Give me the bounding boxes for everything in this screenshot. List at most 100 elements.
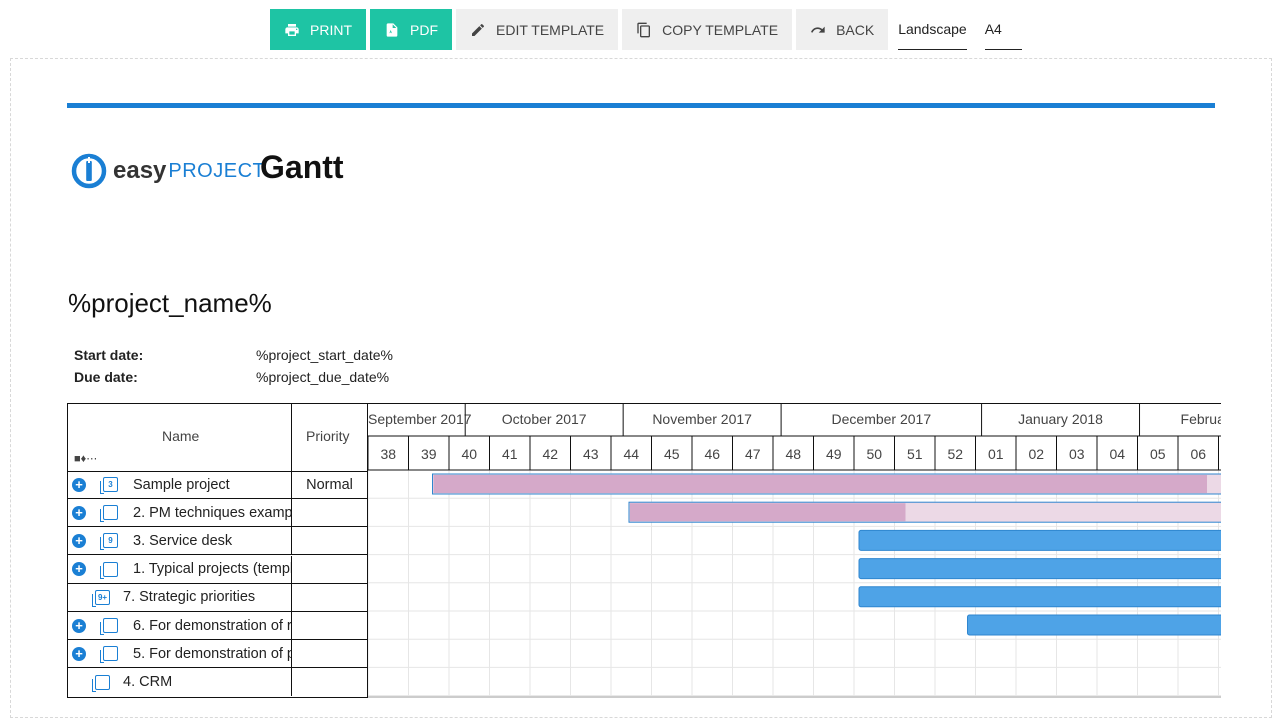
week-label: 40	[461, 446, 477, 462]
template-page: easy PROJECT Gantt %project_name% Start …	[10, 58, 1272, 718]
pdf-file-icon	[386, 22, 398, 37]
week-label: 47	[745, 446, 761, 462]
week-label: 01	[988, 446, 1004, 462]
project-name-text[interactable]: 5. For demonstration of portfolio manage…	[133, 646, 291, 662]
copy-icon	[637, 22, 651, 37]
project-name-text[interactable]: 6. For demonstration of resource managem…	[133, 618, 291, 634]
week-label: 43	[583, 446, 599, 462]
project-icon: 3	[100, 477, 118, 494]
start-date-label: Start date:	[74, 347, 144, 363]
week-label: 38	[380, 446, 396, 462]
due-date-value: %project_due_date%	[256, 369, 390, 385]
week-label: 41	[502, 446, 518, 462]
task-bar	[967, 614, 1221, 636]
header-divider	[67, 103, 1215, 108]
start-date-row: Start date: %project_start_date%	[74, 347, 393, 363]
print-button[interactable]: PRINT	[270, 9, 366, 50]
gantt-table: Name ■♦⋯ Priority +3 Sample project Normal…	[67, 403, 368, 698]
expand-icon[interactable]: +	[72, 618, 86, 633]
back-button[interactable]: BACK	[796, 9, 889, 50]
month-label: January 2018	[1018, 411, 1103, 427]
priority-column-label: Priority	[306, 428, 350, 444]
back-label: BACK	[836, 21, 875, 38]
table-row[interactable]: 9+ 7. Strategic priorities	[68, 583, 367, 612]
month-label: October 2017	[502, 411, 587, 427]
week-label: 02	[1028, 446, 1044, 462]
project-icon	[100, 646, 118, 664]
priority-cell: Normal	[306, 476, 353, 493]
project-icon	[100, 618, 118, 635]
week-label: 06	[1190, 446, 1206, 462]
table-row[interactable]: +5. For demonstration of portfolio manag…	[68, 640, 367, 669]
week-label: 03	[1069, 446, 1085, 462]
month-label: December 2017	[832, 411, 932, 427]
table-row[interactable]: 4. CRM	[68, 668, 367, 697]
project-name-cell: +2. PM techniques examples	[68, 499, 292, 527]
table-row[interactable]: +1. Typical projects (templates)	[68, 555, 367, 584]
pencil-icon	[472, 23, 485, 36]
project-name-cell: +6. For demonstration of resource manage…	[68, 612, 292, 639]
printer-icon	[285, 23, 299, 36]
project-name-text[interactable]: 1. Typical projects (templates)	[133, 561, 291, 577]
redo-arrow-icon	[811, 26, 825, 33]
week-label: 46	[704, 446, 720, 462]
edit-template-label: EDIT TEMPLATE	[496, 21, 605, 38]
name-column-header[interactable]: Name ■♦⋯	[68, 404, 292, 471]
project-name-cell: 9+ 7. Strategic priorities	[68, 583, 292, 611]
expand-icon[interactable]: +	[72, 477, 86, 492]
week-label: 48	[785, 446, 801, 462]
project-icon: 9+	[92, 589, 110, 607]
gantt-timeline: September 2017 October 2017 November 2017 D…	[368, 403, 1221, 698]
month-label: September 2017	[368, 411, 472, 427]
expand-icon[interactable]: +	[72, 562, 86, 577]
project-name-text[interactable]: Sample project	[133, 477, 230, 493]
expand-icon[interactable]: +	[72, 646, 86, 661]
easy-project-logo: easy PROJECT	[71, 153, 265, 189]
priority-column-header[interactable]: Priority	[292, 404, 367, 471]
table-row[interactable]: +2. PM techniques examples	[68, 499, 367, 528]
project-name-text[interactable]: 3. Service desk	[133, 533, 232, 549]
copy-template-button[interactable]: COPY TEMPLATE	[622, 9, 793, 50]
project-name-text[interactable]: 4. CRM	[123, 674, 172, 690]
project-name-cell: +9 3. Service desk	[68, 527, 292, 555]
week-label: 45	[664, 446, 680, 462]
paper-size-select[interactable]: A4	[984, 9, 1022, 50]
task-bar	[858, 529, 1221, 551]
week-label: 51	[907, 446, 923, 462]
month-label: February 2018	[1181, 411, 1221, 427]
week-label: 04	[1109, 446, 1125, 462]
week-label: 50	[866, 446, 882, 462]
page-title: Gantt	[260, 149, 344, 185]
project-filter-icons: ■♦⋯	[74, 453, 98, 465]
project-name-cell: +5. For demonstration of portfolio manag…	[68, 640, 292, 668]
name-column-label: Name	[162, 428, 200, 444]
toolbar: PRINT PDF EDIT TEMPLATE COPY TEMPLATE BA…	[270, 9, 1034, 50]
expand-icon[interactable]: +	[72, 505, 86, 520]
week-label: 39	[421, 446, 437, 462]
table-row[interactable]: +3 Sample project Normal	[68, 471, 367, 499]
table-row[interactable]: +6. For demonstration of resource manage…	[68, 612, 367, 640]
project-name-text[interactable]: 7. Strategic priorities	[123, 589, 255, 605]
pdf-button[interactable]: PDF	[370, 9, 452, 50]
expand-icon[interactable]: +	[72, 533, 86, 548]
task-bar	[858, 558, 1221, 580]
project-progress-bar	[433, 475, 1207, 493]
edit-template-button[interactable]: EDIT TEMPLATE	[456, 9, 619, 50]
project-progress-bar	[630, 503, 906, 522]
week-label: 52	[947, 446, 963, 462]
start-date-value: %project_start_date%	[256, 347, 393, 363]
orientation-select[interactable]: Landscape	[898, 9, 967, 50]
logo-project-text: PROJECT	[168, 159, 266, 182]
week-label: 44	[623, 446, 639, 462]
week-label: 42	[542, 446, 558, 462]
power-logo-icon	[71, 153, 107, 189]
print-label: PRINT	[310, 21, 352, 38]
project-icon	[100, 505, 118, 523]
month-label: November 2017	[652, 411, 752, 427]
logo-easy-text: easy	[113, 157, 167, 184]
project-name-text[interactable]: 2. PM techniques examples	[133, 505, 291, 521]
gantt-table-header: Name ■♦⋯ Priority	[68, 404, 367, 472]
table-row[interactable]: +9 3. Service desk	[68, 527, 367, 556]
due-date-label: Due date:	[74, 369, 138, 385]
copy-template-label: COPY TEMPLATE	[662, 21, 779, 38]
